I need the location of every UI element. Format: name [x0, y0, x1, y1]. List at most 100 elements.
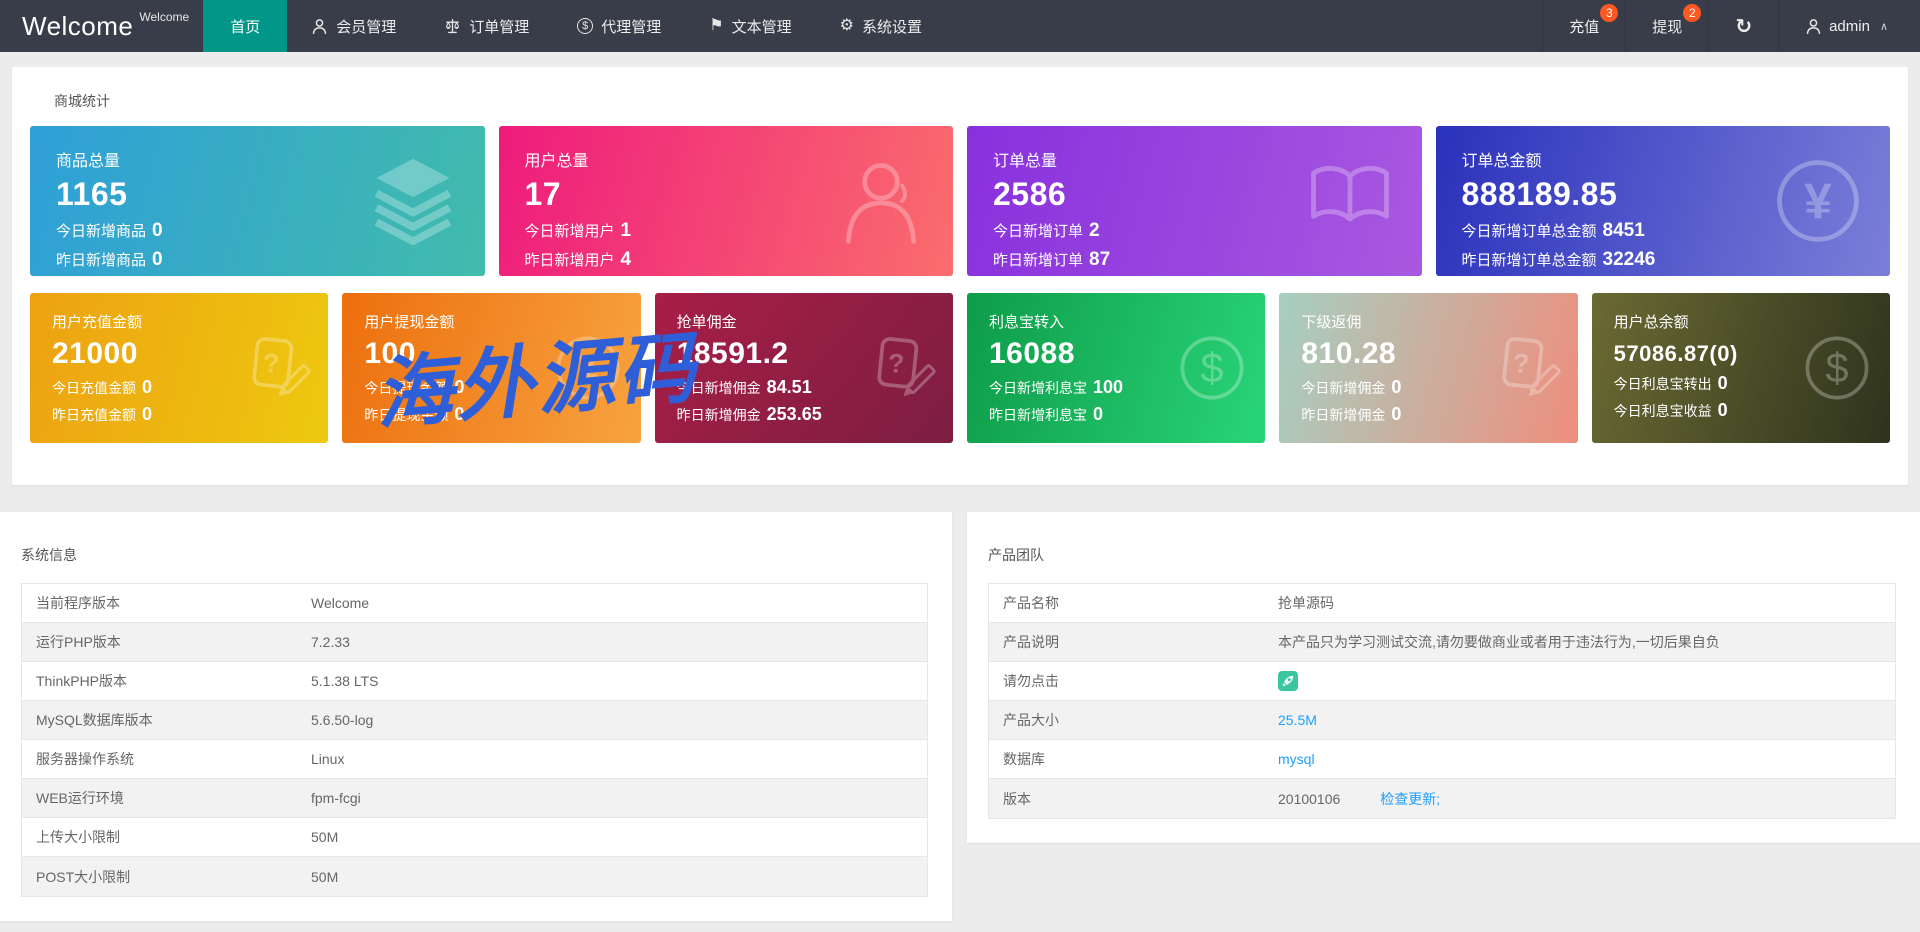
refresh-button[interactable]: ↻	[1708, 0, 1778, 52]
nav-item-label: 文本管理	[731, 18, 792, 36]
version-number: 20100106	[1278, 790, 1341, 807]
nav-item-orders[interactable]: 订单管理	[420, 0, 553, 52]
stat-title: 抢单佣金	[676, 314, 737, 331]
stat-card-product-total: 商品总量 1165 今日新增商品 0 昨日新增商品 0	[30, 126, 485, 276]
row-label: 当前程序版本	[36, 595, 120, 611]
stat-line: 昨日充值金额 0	[52, 404, 153, 424]
yen-circle-icon	[1770, 153, 1866, 249]
stat-line: 昨日新增佣金 0	[1301, 404, 1402, 424]
table-row: POST大小限制 50M	[22, 857, 927, 896]
row-label: 版本	[1003, 790, 1031, 807]
nav-item-members[interactable]: 会员管理	[287, 0, 420, 52]
admin-user-menu[interactable]: admin ∧	[1778, 0, 1920, 52]
table-row: 版本 20100106 检查更新;	[989, 779, 1895, 818]
row-value: fpm-fcgi	[311, 790, 361, 806]
row-value: 抢单源码	[1278, 595, 1334, 611]
system-info-table: 当前程序版本 Welcome 运行PHP版本 7.2.33 ThinkPHP版本…	[21, 583, 928, 897]
stat-line: 昨日新增订单 87	[993, 249, 1111, 270]
yen-circle-icon	[551, 331, 625, 405]
nav-item-home[interactable]: 首页	[203, 0, 288, 52]
nav-item-label: 订单管理	[469, 18, 530, 36]
product-team-title: 产品团队	[988, 547, 1044, 563]
nav-item-label: 会员管理	[336, 18, 397, 36]
row-value: 25.5M	[1278, 712, 1895, 728]
nav-item-agents[interactable]: $ 代理管理	[553, 0, 685, 52]
doc-question-icon	[1488, 331, 1562, 405]
bottom-panels: 系统信息 当前程序版本 Welcome 运行PHP版本 7.2.33 Think…	[0, 512, 1920, 921]
row-value: 20100106 检查更新;	[1278, 789, 1895, 809]
table-row: 服务器操作系统 Linux	[22, 740, 927, 779]
nav-item-texts[interactable]: ⚑ 文本管理	[685, 0, 815, 52]
rocket-icon[interactable]	[1278, 671, 1298, 691]
stat-card-order-total: 订单总量 2586 今日新增订单 2 昨日新增订单 87	[967, 126, 1422, 276]
stat-title: 用户总余额	[1613, 314, 1689, 331]
table-row: 产品说明 本产品只为学习测试交流,请勿要做商业或者用于违法行为,一切后果自负	[989, 623, 1895, 662]
stat-title: 下级返佣	[1301, 314, 1362, 331]
row-value: 50M	[311, 868, 339, 885]
row-label: 产品名称	[1003, 595, 1059, 611]
row-value: 5.6.50-log	[311, 712, 374, 728]
book-icon	[1302, 153, 1398, 249]
row-label: 产品大小	[1003, 712, 1059, 728]
stat-title: 用户充值金额	[52, 314, 143, 331]
scales-icon	[444, 18, 461, 35]
nav-item-label: 首页	[230, 18, 261, 36]
table-row: 请勿点击	[989, 662, 1895, 701]
recharge-label: 充值	[1569, 18, 1600, 36]
shop-stats-panel: 商城统计 商品总量 1165 今日新增商品 0 昨日新增商品 0 用户总量 17 今…	[12, 67, 1908, 485]
table-row: 当前程序版本 Welcome	[22, 584, 927, 623]
row-label: ThinkPHP版本	[36, 673, 128, 689]
row-label: 运行PHP版本	[36, 634, 121, 650]
user-icon	[311, 18, 328, 35]
stat-line: 昨日提现金额 0	[364, 404, 465, 424]
nav-item-label: 系统设置	[861, 18, 922, 36]
doc-question-icon	[238, 331, 312, 405]
brand-text: Welcome	[22, 10, 134, 41]
table-row: WEB运行环境 fpm-fcgi	[22, 779, 927, 818]
row-label: WEB运行环境	[36, 790, 124, 806]
row-label: 产品说明	[1003, 634, 1059, 650]
stats-section-title: 商城统计	[54, 93, 110, 109]
table-row: 数据库 mysql	[989, 740, 1895, 779]
stat-line: 昨日新增订单总金额 32246	[1461, 249, 1656, 270]
product-size-link[interactable]: 25.5M	[1278, 712, 1317, 728]
withdraw-button[interactable]: 提现 2	[1625, 0, 1708, 52]
navbar-right: 充值 3 提现 2 ↻ admin ∧	[1542, 0, 1920, 52]
refresh-icon: ↻	[1735, 15, 1753, 38]
stat-title: 用户提现金额	[364, 314, 455, 331]
dollar-circle-icon	[1175, 331, 1249, 405]
product-team-table: 产品名称 抢单源码 产品说明 本产品只为学习测试交流,请勿要做商业或者用于违法行…	[988, 583, 1896, 819]
top-navbar: Welcome Welcome 首页 会员管理 订单管理 $ 代理管理 ⚑ 文本…	[0, 0, 1920, 52]
chevron-up-icon: ∧	[1879, 20, 1888, 33]
nav-item-settings[interactable]: ⚙ 系统设置	[816, 0, 946, 52]
dollar-circle-icon: $	[577, 18, 594, 34]
row-value: mysql	[1278, 751, 1895, 767]
row-value: 50M	[311, 829, 339, 845]
recharge-badge: 3	[1600, 4, 1619, 22]
stat-card-sub-rebate: 下级返佣 810.28 今日新增佣金 0 昨日新增佣金 0	[1279, 293, 1578, 443]
layers-icon	[365, 153, 461, 249]
product-team-panel: 产品团队 产品名称 抢单源码 产品说明 本产品只为学习测试交流,请勿要做商业或者…	[967, 512, 1920, 843]
stat-card-user-balance: 用户总余额 57086.87(0) 今日利息宝转出 0 今日利息宝收益 0	[1591, 293, 1890, 443]
stat-card-order-amount: 订单总金额 888189.85 今日新增订单总金额 8451 昨日新增订单总金额 3…	[1435, 126, 1890, 276]
row-label: 数据库	[1003, 751, 1045, 767]
system-info-panel: 系统信息 当前程序版本 Welcome 运行PHP版本 7.2.33 Think…	[0, 512, 952, 921]
database-link[interactable]: mysql	[1278, 751, 1315, 767]
stats-cards-row1: 商品总量 1165 今日新增商品 0 昨日新增商品 0 用户总量 17 今日新增用户…	[30, 126, 1890, 276]
table-row: 运行PHP版本 7.2.33	[22, 623, 927, 662]
stat-line: 昨日新增商品 0	[56, 249, 163, 270]
stat-card-interest-in: 利息宝转入 16088 今日新增利息宝 100 昨日新增利息宝 0	[967, 293, 1266, 443]
withdraw-label: 提现	[1652, 18, 1683, 36]
stat-title: 利息宝转入	[989, 314, 1065, 331]
gear-icon: ⚙	[839, 17, 854, 34]
user-icon	[1805, 18, 1822, 35]
recharge-button[interactable]: 充值 3	[1542, 0, 1625, 52]
check-update-link[interactable]: 检查更新;	[1380, 789, 1440, 809]
row-label: 服务器操作系统	[36, 751, 134, 767]
stat-card-grab-commission: 抢单佣金 18591.2 今日新增佣金 84.51 昨日新增佣金 253.65	[654, 293, 953, 443]
nav-item-label: 代理管理	[601, 18, 662, 36]
stat-line: 昨日新增佣金 253.65	[676, 404, 822, 424]
row-value: 7.2.33	[311, 634, 350, 650]
row-value	[1278, 671, 1895, 691]
withdraw-badge: 2	[1683, 4, 1702, 22]
